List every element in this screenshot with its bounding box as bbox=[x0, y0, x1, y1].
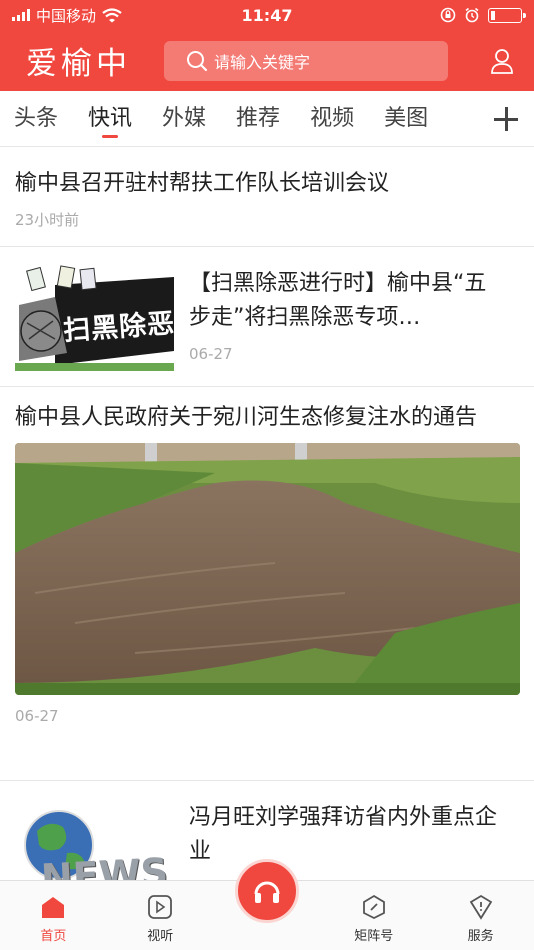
news-title: 冯月旺刘学强拜访省内外重点企业 bbox=[189, 805, 498, 864]
bottom-nav: 首页 视听 矩阵号 服务 bbox=[0, 859, 534, 950]
news-image bbox=[15, 443, 520, 695]
carrier-label: 中国移动 bbox=[36, 6, 97, 25]
news-time: 06-27 bbox=[15, 707, 59, 725]
alarm-icon bbox=[465, 7, 479, 23]
nav-media[interactable]: 视听 bbox=[107, 881, 214, 950]
nav-label: 首页 bbox=[40, 929, 67, 944]
status-bar: 中国移动 11:47 bbox=[0, 0, 534, 30]
news-title: 榆中县人民政府关于宛川河生态修复注水的通告 bbox=[15, 405, 478, 430]
search-placeholder: 请输入关键字 bbox=[214, 52, 311, 72]
news-item[interactable]: 扫黑除恶 【扫黑除恶进行时】榆中县“五步走”将扫黑除恶专项… 06-27 bbox=[0, 247, 534, 387]
app-logo: 爱榆中 bbox=[26, 46, 131, 82]
headphone-icon bbox=[254, 881, 280, 903]
top-bar: 中国移动 11:47 爱榆中 请输入关键字 bbox=[0, 0, 534, 91]
news-thumbnail: 扫黑除恶 bbox=[15, 265, 174, 371]
news-title: 榆中县召开驻村帮扶工作队长培训会议 bbox=[15, 171, 390, 196]
compass-icon bbox=[362, 894, 385, 920]
nav-matrix[interactable]: 矩阵号 bbox=[320, 881, 427, 950]
news-feed: 榆中县召开驻村帮扶工作队长培训会议 23小时前 扫黑除恶 【扫黑除恶进行时】榆中… bbox=[0, 147, 534, 880]
nav-label: 矩阵号 bbox=[354, 929, 394, 944]
news-title: 【扫黑除恶进行时】榆中县“五步走”将扫黑除恶专项… bbox=[189, 271, 487, 330]
news-item[interactable]: 榆中县人民政府关于宛川河生态修复注水的通告 06-27 bbox=[0, 387, 534, 781]
signal-icon bbox=[12, 9, 30, 21]
app-header: 爱榆中 请输入关键字 bbox=[0, 30, 534, 91]
nav-service[interactable]: 服务 bbox=[427, 881, 534, 950]
news-thumbnail: NEWS bbox=[15, 801, 174, 880]
thumbnail-caption: 扫黑除恶 bbox=[62, 308, 174, 347]
news-time: 06-27 bbox=[189, 345, 233, 363]
center-audio-button[interactable] bbox=[235, 859, 299, 923]
home-icon bbox=[42, 897, 65, 918]
shield-icon bbox=[469, 894, 492, 920]
wifi-icon bbox=[102, 7, 122, 22]
category-tabs: 头条 快讯 外媒 推荐 视频 美图 bbox=[0, 91, 534, 147]
play-icon bbox=[148, 895, 173, 919]
user-button[interactable] bbox=[484, 43, 520, 79]
news-item[interactable]: 榆中县召开驻村帮扶工作队长培训会议 23小时前 bbox=[0, 147, 534, 247]
nav-home[interactable]: 首页 bbox=[0, 881, 107, 950]
tab-flash-news[interactable]: 快讯 bbox=[88, 91, 132, 147]
nav-label: 视听 bbox=[147, 929, 174, 944]
tab-recommended[interactable]: 推荐 bbox=[236, 91, 280, 147]
search-icon bbox=[187, 50, 208, 71]
news-time: 23小时前 bbox=[15, 211, 80, 229]
rotation-lock-icon bbox=[440, 7, 456, 23]
add-tab-icon[interactable] bbox=[492, 105, 520, 133]
tab-video[interactable]: 视频 bbox=[310, 91, 354, 147]
tab-foreign-media[interactable]: 外媒 bbox=[162, 91, 206, 147]
battery-icon bbox=[488, 7, 526, 23]
tab-headlines[interactable]: 头条 bbox=[14, 91, 58, 147]
nav-label: 服务 bbox=[467, 929, 494, 944]
tab-pictures[interactable]: 美图 bbox=[384, 91, 428, 147]
user-icon bbox=[491, 48, 513, 74]
search-input[interactable]: 请输入关键字 bbox=[164, 40, 448, 81]
